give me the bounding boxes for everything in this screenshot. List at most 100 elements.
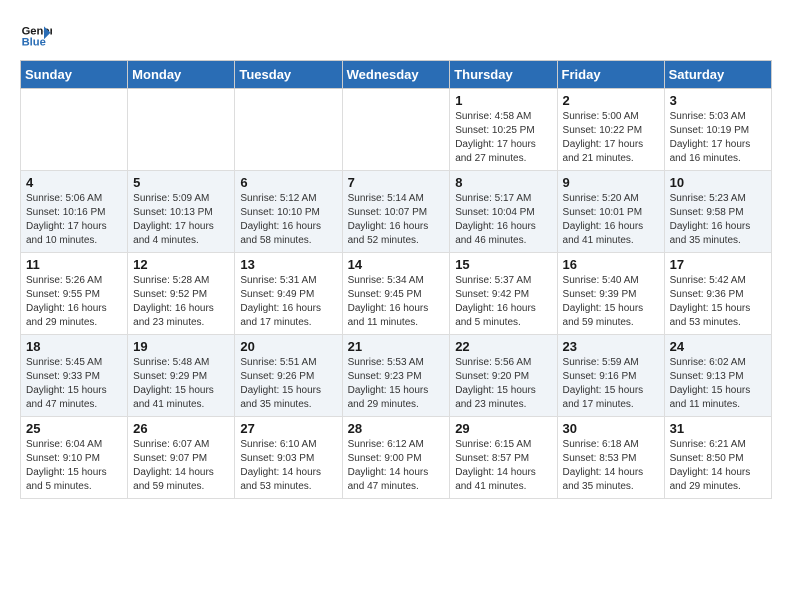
- calendar-cell: 7 Sunrise: 5:14 AM Sunset: 10:07 PM Dayli…: [342, 171, 450, 253]
- day-info: Sunrise: 5:37 AM Sunset: 9:42 PM Dayligh…: [455, 274, 551, 330]
- day-number: 3: [670, 93, 766, 108]
- day-number: 26: [133, 421, 229, 436]
- day-info: Sunrise: 5:59 AM Sunset: 9:16 PM Dayligh…: [563, 356, 659, 412]
- day-info: Sunrise: 5:40 AM Sunset: 9:39 PM Dayligh…: [563, 274, 659, 330]
- day-number: 8: [455, 175, 551, 190]
- day-info: Sunrise: 5:53 AM Sunset: 9:23 PM Dayligh…: [348, 356, 445, 412]
- day-number: 21: [348, 339, 445, 354]
- calendar-cell: 24Sunrise: 6:02 AM Sunset: 9:13 PM Dayli…: [664, 335, 771, 417]
- calendar-cell: 27 Sunrise: 6:10 AM Sunset: 9:03 PM Dayli…: [235, 417, 342, 499]
- day-number: 31: [670, 421, 766, 436]
- day-number: 23: [563, 339, 659, 354]
- day-number: 4: [26, 175, 122, 190]
- day-number: 28: [348, 421, 445, 436]
- weekday-header: Monday: [128, 61, 235, 89]
- day-info: Sunrise: 6:07 AM Sunset: 9:07 PM Dayligh…: [133, 438, 229, 494]
- day-info: Sunrise: 5:17 AM Sunset: 10:04 PM Daylig…: [455, 192, 551, 248]
- calendar-cell: 15 Sunrise: 5:37 AM Sunset: 9:42 PM Dayli…: [450, 253, 557, 335]
- day-number: 17: [670, 257, 766, 272]
- day-info: Sunrise: 6:21 AM Sunset: 8:50 PM Dayligh…: [670, 438, 766, 494]
- svg-text:Blue: Blue: [22, 37, 46, 49]
- day-info: Sunrise: 5:42 AM Sunset: 9:36 PM Dayligh…: [670, 274, 766, 330]
- weekday-header: Saturday: [664, 61, 771, 89]
- calendar-header-row: SundayMondayTuesdayWednesdayThursdayFrid…: [21, 61, 772, 89]
- day-info: Sunrise: 6:18 AM Sunset: 8:53 PM Dayligh…: [563, 438, 659, 494]
- calendar-cell: 29Sunrise: 6:15 AM Sunset: 8:57 PM Dayli…: [450, 417, 557, 499]
- day-info: Sunrise: 5:31 AM Sunset: 9:49 PM Dayligh…: [240, 274, 336, 330]
- day-info: Sunrise: 5:45 AM Sunset: 9:33 PM Dayligh…: [26, 356, 122, 412]
- day-info: Sunrise: 6:10 AM Sunset: 9:03 PM Dayligh…: [240, 438, 336, 494]
- day-number: 7: [348, 175, 445, 190]
- day-number: 10: [670, 175, 766, 190]
- calendar-cell: 14 Sunrise: 5:34 AM Sunset: 9:45 PM Dayli…: [342, 253, 450, 335]
- calendar-cell: 2Sunrise: 5:00 AM Sunset: 10:22 PM Dayli…: [557, 89, 664, 171]
- day-number: 2: [563, 93, 659, 108]
- weekday-header: Sunday: [21, 61, 128, 89]
- day-info: Sunrise: 5:20 AM Sunset: 10:01 PM Daylig…: [563, 192, 659, 248]
- day-number: 19: [133, 339, 229, 354]
- calendar-cell: 8 Sunrise: 5:17 AM Sunset: 10:04 PM Dayli…: [450, 171, 557, 253]
- calendar-cell: 26 Sunrise: 6:07 AM Sunset: 9:07 PM Dayli…: [128, 417, 235, 499]
- calendar-cell: 13Sunrise: 5:31 AM Sunset: 9:49 PM Dayli…: [235, 253, 342, 335]
- day-info: Sunrise: 5:26 AM Sunset: 9:55 PM Dayligh…: [26, 274, 122, 330]
- day-info: Sunrise: 5:03 AM Sunset: 10:19 PM Daylig…: [670, 110, 766, 166]
- calendar-cell: 18 Sunrise: 5:45 AM Sunset: 9:33 PM Dayli…: [21, 335, 128, 417]
- logo: General Blue: [20, 20, 56, 52]
- weekday-header: Thursday: [450, 61, 557, 89]
- day-info: Sunrise: 6:04 AM Sunset: 9:10 PM Dayligh…: [26, 438, 122, 494]
- day-info: Sunrise: 6:02 AM Sunset: 9:13 PM Dayligh…: [670, 356, 766, 412]
- day-info: Sunrise: 5:12 AM Sunset: 10:10 PM Daylig…: [240, 192, 336, 248]
- calendar-cell: 31 Sunrise: 6:21 AM Sunset: 8:50 PM Dayli…: [664, 417, 771, 499]
- calendar-week-row: 1 Sunrise: 4:58 AM Sunset: 10:25 PM Dayli…: [21, 89, 772, 171]
- day-number: 29: [455, 421, 551, 436]
- calendar-cell: 17 Sunrise: 5:42 AM Sunset: 9:36 PM Dayli…: [664, 253, 771, 335]
- day-number: 27: [240, 421, 336, 436]
- day-number: 11: [26, 257, 122, 272]
- calendar-cell: [21, 89, 128, 171]
- calendar-table: SundayMondayTuesdayWednesdayThursdayFrid…: [20, 60, 772, 499]
- calendar-cell: 22 Sunrise: 5:56 AM Sunset: 9:20 PM Dayli…: [450, 335, 557, 417]
- day-info: Sunrise: 5:14 AM Sunset: 10:07 PM Daylig…: [348, 192, 445, 248]
- calendar-cell: 16 Sunrise: 5:40 AM Sunset: 9:39 PM Dayli…: [557, 253, 664, 335]
- day-number: 16: [563, 257, 659, 272]
- day-number: 22: [455, 339, 551, 354]
- day-number: 14: [348, 257, 445, 272]
- calendar-cell: 28 Sunrise: 6:12 AM Sunset: 9:00 PM Dayli…: [342, 417, 450, 499]
- day-info: Sunrise: 5:28 AM Sunset: 9:52 PM Dayligh…: [133, 274, 229, 330]
- calendar-cell: 23 Sunrise: 5:59 AM Sunset: 9:16 PM Dayli…: [557, 335, 664, 417]
- calendar-cell: [342, 89, 450, 171]
- day-info: Sunrise: 6:12 AM Sunset: 9:00 PM Dayligh…: [348, 438, 445, 494]
- day-info: Sunrise: 4:58 AM Sunset: 10:25 PM Daylig…: [455, 110, 551, 166]
- calendar-week-row: 11 Sunrise: 5:26 AM Sunset: 9:55 PM Dayli…: [21, 253, 772, 335]
- calendar-cell: 12 Sunrise: 5:28 AM Sunset: 9:52 PM Dayli…: [128, 253, 235, 335]
- day-number: 6: [240, 175, 336, 190]
- calendar-cell: 25 Sunrise: 6:04 AM Sunset: 9:10 PM Dayli…: [21, 417, 128, 499]
- calendar-cell: 19 Sunrise: 5:48 AM Sunset: 9:29 PM Dayli…: [128, 335, 235, 417]
- calendar-cell: 4Sunrise: 5:06 AM Sunset: 10:16 PM Dayli…: [21, 171, 128, 253]
- calendar-cell: 3 Sunrise: 5:03 AM Sunset: 10:19 PM Dayli…: [664, 89, 771, 171]
- weekday-header: Friday: [557, 61, 664, 89]
- calendar-cell: 1 Sunrise: 4:58 AM Sunset: 10:25 PM Dayli…: [450, 89, 557, 171]
- calendar-cell: 6 Sunrise: 5:12 AM Sunset: 10:10 PM Dayli…: [235, 171, 342, 253]
- day-info: Sunrise: 5:34 AM Sunset: 9:45 PM Dayligh…: [348, 274, 445, 330]
- weekday-header: Tuesday: [235, 61, 342, 89]
- day-number: 9: [563, 175, 659, 190]
- day-info: Sunrise: 5:48 AM Sunset: 9:29 PM Dayligh…: [133, 356, 229, 412]
- calendar-cell: [128, 89, 235, 171]
- calendar-week-row: 4Sunrise: 5:06 AM Sunset: 10:16 PM Dayli…: [21, 171, 772, 253]
- day-number: 15: [455, 257, 551, 272]
- day-number: 18: [26, 339, 122, 354]
- calendar-cell: 10 Sunrise: 5:23 AM Sunset: 9:58 PM Dayli…: [664, 171, 771, 253]
- calendar-week-row: 25 Sunrise: 6:04 AM Sunset: 9:10 PM Dayli…: [21, 417, 772, 499]
- day-info: Sunrise: 5:56 AM Sunset: 9:20 PM Dayligh…: [455, 356, 551, 412]
- day-info: Sunrise: 5:23 AM Sunset: 9:58 PM Dayligh…: [670, 192, 766, 248]
- day-number: 25: [26, 421, 122, 436]
- calendar-cell: 30Sunrise: 6:18 AM Sunset: 8:53 PM Dayli…: [557, 417, 664, 499]
- calendar-cell: 5Sunrise: 5:09 AM Sunset: 10:13 PM Dayli…: [128, 171, 235, 253]
- day-number: 20: [240, 339, 336, 354]
- calendar-cell: 21 Sunrise: 5:53 AM Sunset: 9:23 PM Dayli…: [342, 335, 450, 417]
- logo-icon: General Blue: [20, 20, 52, 52]
- day-number: 12: [133, 257, 229, 272]
- day-number: 1: [455, 93, 551, 108]
- calendar-cell: 20Sunrise: 5:51 AM Sunset: 9:26 PM Dayli…: [235, 335, 342, 417]
